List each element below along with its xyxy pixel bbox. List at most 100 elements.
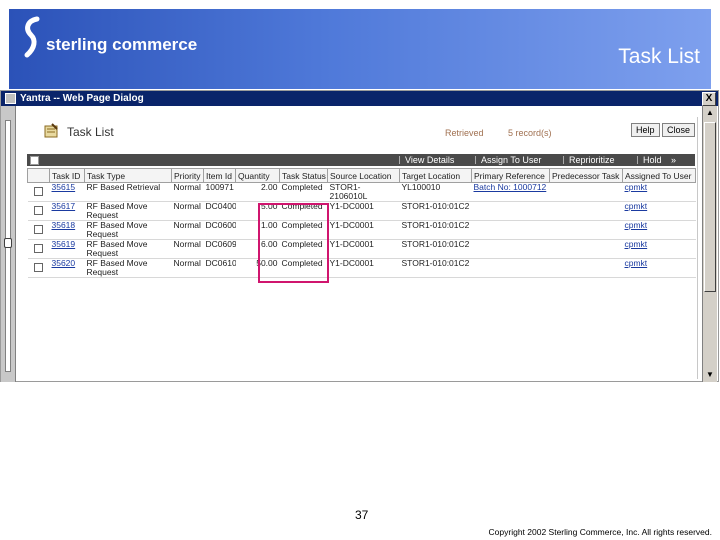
assigned-user-link[interactable]: cpmkt (625, 202, 648, 212)
source-location-cell: Y1-DC0001 (327, 201, 400, 221)
row-select-cell (27, 182, 50, 202)
source-location-cell: Y1-DC0001 (327, 258, 400, 278)
target-location-cell: YL100010 (399, 182, 472, 202)
slide-title: Task List (618, 45, 700, 68)
page-number: 37 (355, 508, 369, 522)
header-target-location[interactable]: Target Location (399, 168, 472, 183)
item-id-cell: DC0609 (203, 239, 236, 259)
row-select-cell (27, 258, 50, 278)
task-id-link[interactable]: 35615 (52, 183, 76, 193)
predecessor-task-cell (549, 220, 623, 240)
slide-banner: sterling commerce Task List (9, 9, 711, 89)
scroll-thumb[interactable] (704, 122, 716, 292)
table-row: 35620 RF Based Move Request Normal DC061… (27, 258, 696, 278)
action-separator (475, 156, 476, 164)
assign-to-user-button[interactable]: Assign To User (481, 154, 541, 166)
source-location-cell: Y1-DC0001 (327, 220, 400, 240)
row-select-cell (27, 239, 50, 259)
record-count: 5 record(s) (508, 128, 552, 138)
task-list-icon (44, 123, 58, 138)
task-type-cell: RF Based Move Request (84, 258, 172, 278)
logo-text: sterling commerce (46, 35, 198, 54)
target-location-cell: STOR1-010:01C2 (399, 201, 472, 221)
action-separator (637, 156, 638, 164)
table-row: 35617 RF Based Move Request Normal DC040… (27, 201, 696, 221)
priority-cell: Normal (171, 258, 204, 278)
close-button[interactable]: Close (662, 123, 696, 137)
header-priority[interactable]: Priority (171, 168, 204, 183)
task-id-link[interactable]: 35619 (52, 240, 76, 250)
row-checkbox[interactable] (34, 187, 43, 196)
predecessor-task-cell (549, 239, 623, 259)
item-id-cell: DC0610 (203, 258, 236, 278)
hold-button[interactable]: Hold (643, 154, 662, 166)
task-id-link[interactable]: 35617 (52, 202, 76, 212)
action-separator (563, 156, 564, 164)
action-separator (399, 156, 400, 164)
help-button[interactable]: Help (631, 123, 660, 137)
dialog-title: Yantra -- Web Page Dialog (20, 93, 144, 104)
target-location-cell: STOR1-010:01C2 (399, 239, 472, 259)
item-id-cell: DC0400 (203, 201, 236, 221)
item-id-cell: DC0600 (203, 220, 236, 240)
quantity-cell: 2.00 (235, 182, 280, 202)
dialog-app-icon (5, 93, 16, 104)
primary-reference-link[interactable]: Batch No: 1000712 (474, 183, 547, 193)
table-header-row: Task ID Task Type Priority Item Id Quant… (27, 168, 696, 183)
sterling-logo-icon (24, 16, 40, 58)
header-task-id[interactable]: Task ID (49, 168, 85, 183)
action-bar: View Details Assign To User Reprioritize… (27, 154, 695, 166)
header-item-id[interactable]: Item Id (203, 168, 236, 183)
source-location-cell: Y1-DC0001 (327, 239, 400, 259)
table-row: 35618 RF Based Move Request Normal DC060… (27, 220, 696, 240)
predecessor-task-cell (549, 201, 623, 221)
priority-cell: Normal (171, 201, 204, 221)
assigned-user-link[interactable]: cpmkt (625, 221, 648, 231)
splitter-handle[interactable] (4, 238, 12, 248)
predecessor-task-cell (549, 182, 623, 202)
scroll-up-icon[interactable]: ▲ (703, 106, 717, 120)
header-quantity[interactable]: Quantity (235, 168, 280, 183)
vertical-scrollbar[interactable]: ▲ ▼ (702, 106, 717, 382)
task-type-cell: RF Based Move Request (84, 239, 172, 259)
task-id-link[interactable]: 35620 (52, 259, 76, 269)
header-assigned-to-user[interactable]: Assigned To User (622, 168, 696, 183)
assigned-user-link[interactable]: cpmkt (625, 240, 648, 250)
row-select-cell (27, 201, 50, 221)
row-checkbox[interactable] (34, 244, 43, 253)
task-type-cell: RF Based Move Request (84, 220, 172, 240)
row-checkbox[interactable] (34, 206, 43, 215)
priority-cell: Normal (171, 182, 204, 202)
copyright-notice: Copyright 2002 Sterling Commerce, Inc. A… (488, 527, 712, 537)
task-status-cell: Completed (279, 182, 328, 202)
task-type-cell: RF Based Retrieval (84, 182, 172, 202)
assigned-user-link[interactable]: cpmkt (625, 259, 648, 269)
header-source-location[interactable]: Source Location (327, 168, 400, 183)
priority-cell: Normal (171, 220, 204, 240)
table-row: 35615 RF Based Retrieval Normal 100971 2… (27, 182, 696, 202)
reprioritize-button[interactable]: Reprioritize (569, 154, 615, 166)
priority-cell: Normal (171, 239, 204, 259)
header-task-type[interactable]: Task Type (84, 168, 172, 183)
view-details-button[interactable]: View Details (405, 154, 454, 166)
header-primary-reference[interactable]: Primary Reference (471, 168, 550, 183)
source-location-cell: STOR1-2106010L (327, 182, 400, 202)
assigned-user-link[interactable]: cpmkt (625, 183, 648, 193)
scroll-down-icon[interactable]: ▼ (703, 368, 717, 382)
target-location-cell: STOR1-010:01C2 (399, 258, 472, 278)
row-select-cell (27, 220, 50, 240)
row-checkbox[interactable] (34, 225, 43, 234)
header-predecessor-task[interactable]: Predecessor Task (549, 168, 623, 183)
target-location-cell: STOR1-010:01C2 (399, 220, 472, 240)
row-checkbox[interactable] (34, 263, 43, 272)
more-actions-icon[interactable]: » (671, 154, 676, 166)
frame-splitter[interactable] (1, 106, 16, 382)
dialog-close-button[interactable]: X (702, 92, 716, 106)
task-id-link[interactable]: 35618 (52, 221, 76, 231)
task-status-highlight-box (258, 203, 329, 283)
task-type-cell: RF Based Move Request (84, 201, 172, 221)
select-all-checkbox[interactable] (30, 156, 39, 165)
task-list-panel: Task List Retrieved 5 record(s) Help Clo… (25, 117, 698, 379)
header-task-status[interactable]: Task Status (279, 168, 328, 183)
table-row: 35619 RF Based Move Request Normal DC060… (27, 239, 696, 259)
